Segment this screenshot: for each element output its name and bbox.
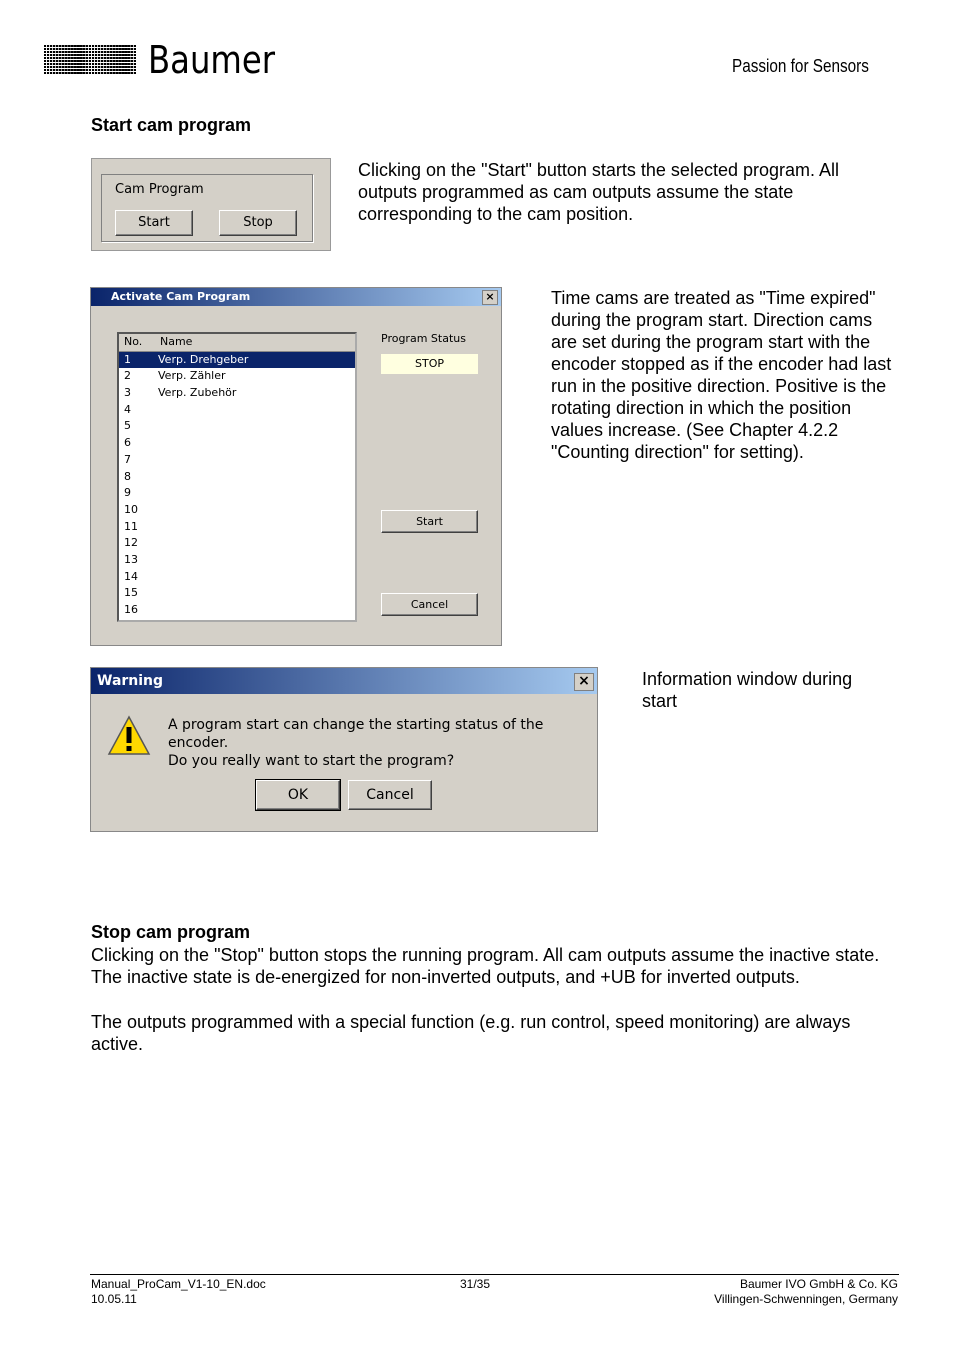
footer-date: 10.05.11: [91, 1292, 137, 1306]
row-number: 7: [124, 452, 131, 466]
warning-cancel-button[interactable]: Cancel: [348, 780, 432, 810]
row-number: 4: [124, 402, 131, 416]
paragraph: Clicking on the "Start" button starts th…: [358, 160, 840, 224]
footer-left: Manual_ProCam_V1-10_EN.doc 10.05.11: [91, 1277, 266, 1307]
page: Baumer Passion for Sensors Start cam pro…: [0, 0, 954, 1351]
list-item[interactable]: 3 Verp. Zubehör: [119, 385, 355, 402]
paragraph: The outputs programmed with a special fu…: [91, 1012, 851, 1054]
warning-message: A program start can change the starting …: [168, 716, 597, 770]
start-button[interactable]: Start: [115, 210, 193, 236]
row-number: 8: [124, 469, 131, 483]
stop-button[interactable]: Stop: [219, 210, 297, 236]
activate-cam-program-dialog: Activate Cam Program × No. Name 1 Verp. Dre…: [90, 287, 502, 646]
row-number: 5: [124, 419, 131, 433]
group-label: Cam Program: [115, 182, 204, 197]
row-number: 14: [124, 569, 138, 583]
row-name: Verp. Drehgeber: [158, 352, 249, 366]
footer-right: Baumer IVO GmbH & Co. KG Villingen-Schwen…: [714, 1277, 898, 1307]
list-item[interactable]: 4: [119, 402, 355, 419]
warning-title: Warning: [97, 673, 164, 689]
ok-button[interactable]: OK: [255, 779, 341, 811]
warning-line: Do you really want to start the program?: [168, 753, 455, 769]
list-item[interactable]: 14: [119, 569, 355, 586]
warning-dialog: Warning × A program start can change the …: [90, 667, 598, 832]
row-number: 10: [124, 502, 138, 516]
brand-logo: Baumer: [148, 38, 276, 82]
row-number: 13: [124, 552, 138, 566]
paragraph: Information window during start: [642, 669, 853, 711]
dialog-title-bar: Activate Cam Program ×: [91, 288, 501, 306]
cam-program-panel: Cam Program Start Stop: [91, 158, 331, 251]
list-item[interactable]: 1 Verp. Drehgeber: [119, 351, 355, 369]
dialog-cancel-button[interactable]: Cancel: [381, 593, 478, 616]
row-number: 12: [124, 536, 138, 550]
row-number: 11: [124, 519, 138, 533]
row-number: 1: [124, 352, 131, 366]
warning-icon: [107, 715, 151, 755]
warning-title-bar: Warning ×: [91, 668, 597, 694]
list-item[interactable]: 5: [119, 418, 355, 435]
section-heading-stop: Stop cam program: [91, 922, 251, 942]
list-item[interactable]: 6: [119, 435, 355, 452]
column-header-name[interactable]: Name: [160, 334, 192, 350]
footer-divider: [90, 1274, 899, 1275]
list-item[interactable]: 9: [119, 485, 355, 502]
status-label: Program Status: [381, 332, 466, 345]
list-item[interactable]: 10: [119, 502, 355, 519]
footer-location: Villingen-Schwenningen, Germany: [714, 1292, 898, 1306]
tagline: Passion for Sensors: [732, 56, 869, 76]
warning-line: A program start can change the starting …: [168, 717, 544, 751]
warning-close-button[interactable]: ×: [574, 673, 594, 691]
row-name: Verp. Zubehör: [158, 386, 237, 400]
column-header-no[interactable]: No.: [124, 334, 142, 350]
close-button[interactable]: ×: [482, 290, 498, 305]
list-item[interactable]: 12: [119, 535, 355, 552]
row-number: 6: [124, 436, 131, 450]
program-list[interactable]: No. Name 1 Verp. Drehgeber 2 Verp. Zähler 3 Ve…: [117, 332, 357, 622]
list-item[interactable]: 15: [119, 585, 355, 602]
paragraph: Time cams are treated as "Time expired" …: [551, 288, 892, 462]
list-item[interactable]: 2 Verp. Zähler: [119, 368, 355, 385]
row-name: Verp. Zähler: [158, 369, 226, 383]
row-number: 2: [124, 369, 131, 383]
list-item[interactable]: 13: [119, 552, 355, 569]
status-value: STOP: [381, 354, 478, 374]
baumer-logo-icon: [44, 44, 136, 74]
paragraph: Clicking on the "Stop" button stops the …: [91, 945, 880, 987]
footer-file: Manual_ProCam_V1-10_EN.doc: [91, 1277, 266, 1291]
dialog-title: Activate Cam Program: [111, 290, 251, 303]
footer-company: Baumer IVO GmbH & Co. KG: [739, 1277, 898, 1291]
row-number: 3: [124, 386, 131, 400]
row-number: 16: [124, 603, 138, 616]
list-header: No. Name: [119, 334, 355, 352]
list-item[interactable]: 8: [119, 469, 355, 486]
page-number: 31/35: [460, 1277, 491, 1291]
row-number: 9: [124, 486, 131, 500]
list-item[interactable]: 16: [119, 602, 355, 619]
list-item[interactable]: 11: [119, 519, 355, 536]
section-heading-start: Start cam program: [91, 115, 252, 135]
dialog-start-button[interactable]: Start: [381, 510, 478, 533]
list-item[interactable]: 7: [119, 452, 355, 469]
row-number: 15: [124, 586, 138, 600]
